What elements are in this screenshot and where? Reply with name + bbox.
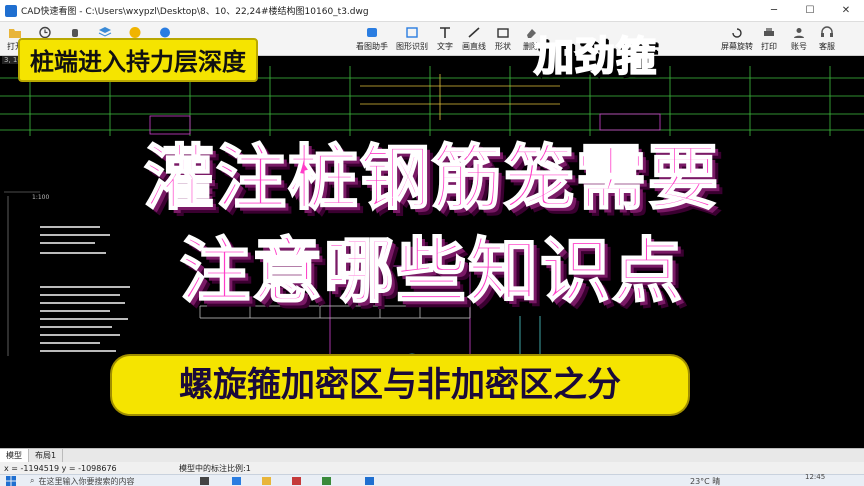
app-icon-red[interactable] [292,477,301,485]
print-button[interactable]: 打印 [754,22,784,56]
screen: { "window": { "title": "CAD快速看图 - C:\\Us… [0,0,864,486]
shape-button[interactable]: 形状 [488,22,518,56]
status-bar: x = -1194519 y = -1098676 模型中的标注比例:1 [0,462,864,474]
assistant-icon [367,28,377,37]
headline-line-2: 注意哪些知识点 [179,229,684,313]
rotate-screen-button[interactable]: 屏幕旋转 [718,22,756,56]
folder-icon [9,29,21,38]
account-button[interactable]: 账号 [784,22,814,56]
file-explorer-icon[interactable] [262,477,271,485]
clock-time: 12:45 [805,473,826,481]
subtitle-banner: 螺旋箍加密区与非加密区之分 [112,356,688,414]
minimize-button[interactable]: ─ [756,0,792,22]
window-title: CAD快速看图 - C:\Users\wxypzl\Desktop\8、10、2… [21,7,369,17]
taskbar-search[interactable]: ⌕ 在这里输入你要搜索的内容 [30,475,180,486]
cad-viewer-taskbar-icon[interactable] [365,477,374,485]
browser-icon[interactable] [232,477,241,485]
close-button[interactable]: ✕ [828,0,864,22]
recognize-button[interactable]: 图形识别 [395,22,429,56]
annotation-scale: 模型中的标注比例:1 [179,463,251,473]
maximize-button[interactable]: ☐ [792,0,828,22]
rotate-icon [732,28,742,38]
text-button[interactable]: 文字 [430,22,460,56]
print-icon [764,28,774,36]
text-icon [440,27,450,38]
draw-line-button[interactable]: 画直线 [458,22,490,56]
tab-model[interactable]: 模型 [0,448,29,463]
search-icon: ⌕ [30,476,35,485]
headline-line-1: 灌注桩钢筋笼需要 [143,136,720,220]
title-bar: CAD快速看图 - C:\Users\wxypzl\Desktop\8、10、2… [0,0,864,22]
taskbar: ⌕ 在这里输入你要搜索的内容 23°C 晴 12:45 [0,473,864,486]
support-button[interactable]: 客服 [812,22,842,56]
clock[interactable]: 12:45 [805,473,825,481]
app-icon [5,4,17,17]
support-icon [821,26,833,37]
account-icon [794,28,804,38]
shape-icon [497,28,509,38]
beam-lines [360,74,560,120]
cursor-coordinates: x = -1194519 y = -1098676 [4,463,117,473]
weather-widget[interactable]: 23°C 晴 [690,475,720,486]
line-icon [468,27,480,38]
tag-stiffener-hoop: 加劲箍 [533,33,657,81]
tab-layout-1[interactable]: 布局1 [29,448,64,463]
windows-start-icon[interactable] [6,476,16,486]
search-placeholder: 在这里输入你要搜索的内容 [38,476,135,486]
app-icon-green[interactable] [322,477,331,485]
tag-pile-depth: 桩端进入持力层深度 [18,38,258,82]
assistant-button[interactable]: 看图助手 [354,22,390,56]
recognize-icon [406,27,418,38]
task-view-icon[interactable] [200,477,209,485]
layout-tabs: 模型 布局1 [0,448,864,463]
